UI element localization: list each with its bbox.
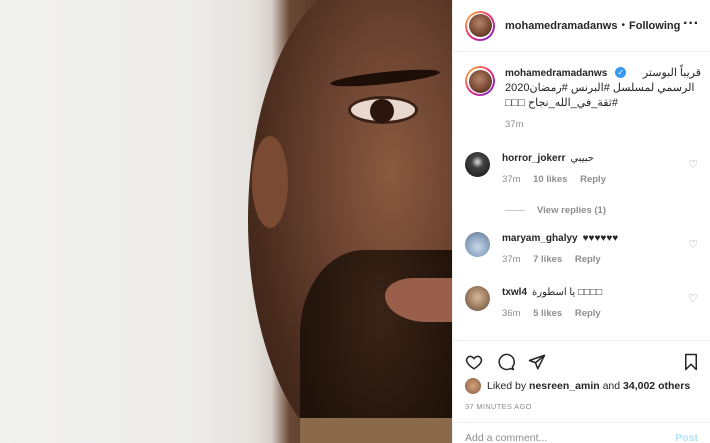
comment-username[interactable]: horror_jokerr: [502, 153, 565, 164]
reply-button[interactable]: Reply: [580, 174, 606, 185]
caption-text-line1: قريباً البوستر: [642, 67, 701, 79]
likes-prefix: Liked by: [487, 380, 527, 392]
iris-shape: [370, 99, 394, 123]
action-bar: [453, 340, 710, 380]
view-replies-button[interactable]: View replies (1): [505, 205, 606, 216]
add-comment-input[interactable]: Add a comment...: [465, 432, 547, 443]
comment-text: حبيبي: [570, 153, 594, 164]
ear-shape: [252, 136, 288, 228]
caption-username[interactable]: mohamedramadanws: [505, 68, 607, 79]
post-image[interactable]: [0, 0, 452, 443]
reply-button[interactable]: Reply: [575, 254, 601, 265]
caption-text-line3: #ثقة_في_الله_نجاح □□□: [505, 97, 618, 109]
comment-username[interactable]: maryam_ghalyy: [502, 233, 578, 244]
posted-time: 37 MINUTES AGO: [465, 402, 532, 411]
comment-avatar[interactable]: [465, 152, 490, 177]
avatar[interactable]: [465, 10, 495, 41]
comment-item: horror_jokerr حبيبي 37m 10 likes Reply: [465, 152, 701, 185]
comment-icon[interactable]: [497, 353, 515, 371]
post-header: mohamedramadanws • Following ···: [453, 0, 710, 52]
likes-count[interactable]: 34,002 others: [623, 380, 690, 392]
heart-icon[interactable]: ♡: [688, 238, 698, 251]
bookmark-icon[interactable]: [682, 353, 700, 371]
post-sidebar: mohamedramadanws • Following ··· mohamed…: [452, 0, 710, 443]
comment-text: ♥♥♥♥♥♥: [582, 233, 619, 244]
comment-username[interactable]: txwl4: [502, 287, 527, 298]
reply-button[interactable]: Reply: [575, 308, 601, 319]
liker-username[interactable]: nesreen_amin: [529, 380, 600, 392]
share-icon[interactable]: [528, 353, 546, 371]
comment-avatar[interactable]: [465, 286, 490, 311]
post-caption: mohamedramadanws ✓ قريباً البوستر الرسمي …: [465, 66, 701, 130]
comment-time: 37m: [502, 174, 521, 185]
comment-likes[interactable]: 7 likes: [533, 254, 562, 265]
comment-time: 37m: [502, 254, 521, 265]
caption-text-line2: الرسمي لمسلسل #البرنس #رمضان2020: [505, 82, 695, 94]
header-username[interactable]: mohamedramadanws: [505, 20, 617, 32]
following-button[interactable]: Following: [629, 20, 680, 32]
view-replies-label: View replies (1): [537, 205, 606, 216]
post-button[interactable]: Post: [675, 432, 698, 443]
comment-item: txwl4 يا اسطورة □□□□ 36m 5 likes Reply: [465, 286, 701, 319]
heart-icon[interactable]: ♡: [688, 158, 698, 171]
more-horizontal-icon[interactable]: ···: [683, 16, 699, 32]
caption-time: 37m: [505, 119, 524, 130]
shirt-shape: [300, 418, 452, 443]
comment-likes[interactable]: 10 likes: [533, 174, 567, 185]
comment-text: يا اسطورة □□□□: [532, 287, 603, 298]
comment-item: maryam_ghalyy ♥♥♥♥♥♥ 37m 7 likes Reply: [465, 232, 701, 265]
like-heart-icon[interactable]: [465, 353, 483, 371]
comment-likes[interactable]: 5 likes: [533, 308, 562, 319]
comment-avatar[interactable]: [465, 232, 490, 257]
comment-time: 36m: [502, 308, 521, 319]
likes-middle: and: [602, 380, 621, 392]
heart-icon[interactable]: ♡: [688, 292, 698, 305]
divider-line: [505, 210, 525, 211]
verified-badge-icon: ✓: [615, 67, 627, 79]
liker-avatar: [465, 378, 481, 394]
likes-summary[interactable]: Liked by nesreen_amin and 34,002 others: [465, 378, 690, 394]
separator-dot: •: [621, 20, 625, 31]
caption-avatar[interactable]: [465, 66, 495, 96]
